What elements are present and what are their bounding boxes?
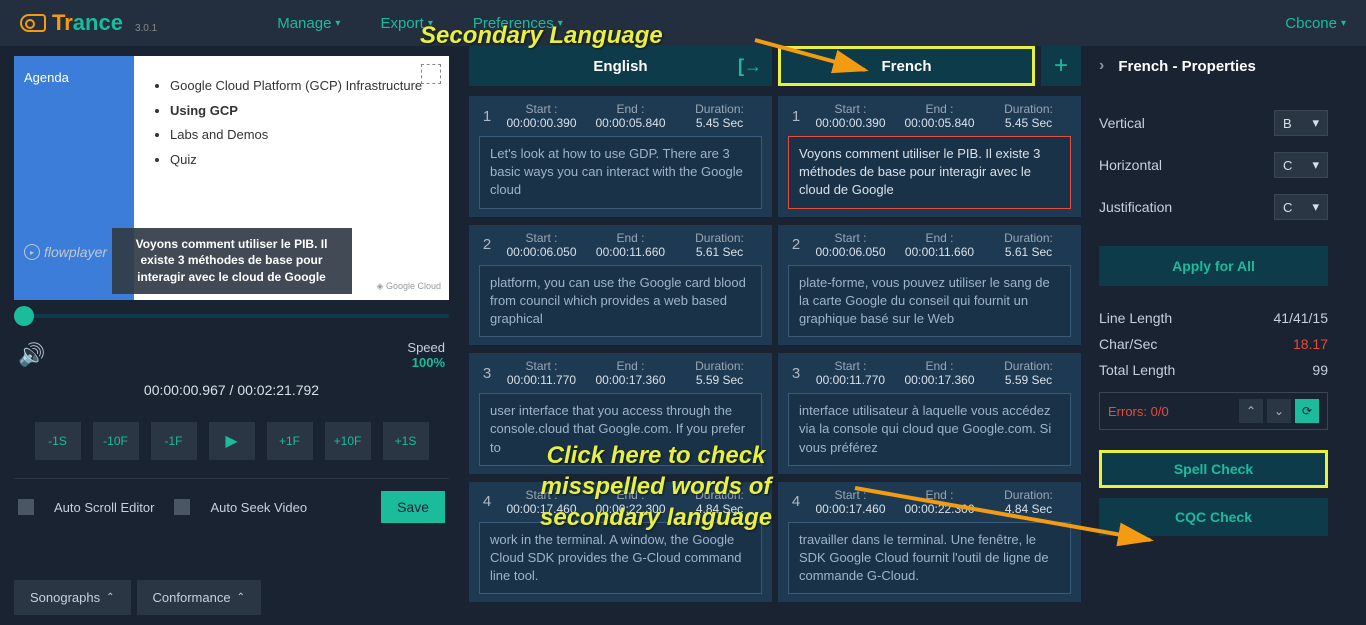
chevron-down-icon: ▾ [428,18,433,29]
english-column: English [→ 1 Start :00:00:00.390 End :00… [469,46,772,625]
google-cloud-badge: ◈ Google Cloud [377,281,441,292]
cue-block: 4 Start :00:00:17.460 End :00:00:22.300 … [469,482,772,603]
cue-block: 3 Start :00:00:11.770 End :00:00:17.360 … [469,353,772,474]
chevron-right-icon[interactable]: › [1099,57,1104,75]
fwd-1s-button[interactable]: +1S [383,422,429,460]
scrubber-thumb[interactable] [14,306,34,326]
auto-seek-label: Auto Seek Video [210,500,307,515]
horizontal-label: Horizontal [1099,157,1162,173]
tab-sonographs[interactable]: Sonographs⌃ [14,580,131,615]
cue-block: 2 Start :00:00:06.050 End :00:00:11.660 … [469,225,772,346]
cue-block: 2 Start :00:00:06.050 End :00:00:11.660 … [778,225,1081,346]
save-button[interactable]: Save [381,491,445,523]
vertical-label: Vertical [1099,115,1145,131]
video-scrubber[interactable] [14,314,449,318]
user-menu[interactable]: Cbcone▾ [1285,15,1346,32]
french-column: French + 1 Start :00:00:00.390 End :00:0… [778,46,1081,625]
apply-all-button[interactable]: Apply for All [1099,246,1328,286]
cue-number: 2 [477,236,497,253]
logo-icon [20,14,46,32]
fwd-1f-button[interactable]: +1F [267,422,313,460]
spell-check-button[interactable]: Spell Check [1099,450,1328,488]
horizontal-select[interactable]: C▾ [1274,152,1328,178]
caption-overlay: Voyons comment utiliser le PIB. Il exist… [112,228,352,294]
cue-number: 1 [786,108,806,125]
total-length-label: Total Length [1099,362,1175,378]
exit-icon[interactable]: [→ [738,56,762,77]
cue-text-fr[interactable]: travailler dans le terminal. Une fenêtre… [788,522,1071,595]
cue-text-fr[interactable]: plate-forme, vous pouvez utiliser le san… [788,265,1071,338]
total-length-value: 99 [1312,362,1328,378]
cue-number: 4 [786,493,806,510]
error-prev-button[interactable]: ⌃ [1239,399,1263,423]
refresh-icon[interactable]: ⟳ [1295,399,1319,423]
menu-preferences[interactable]: Preferences▾ [473,15,563,32]
vertical-select[interactable]: B▾ [1274,110,1328,136]
playback-controls: -1S -10F -1F ▶ +1F +10F +1S [14,416,449,479]
fullscreen-icon[interactable] [421,64,441,84]
chevron-down-icon: ▾ [1341,18,1346,29]
cue-text-en[interactable]: user interface that you access through t… [479,393,762,466]
auto-seek-checkbox[interactable] [174,499,190,515]
auto-scroll-label: Auto Scroll Editor [54,500,154,515]
back-1s-button[interactable]: -1S [35,422,81,460]
play-button[interactable]: ▶ [209,422,255,460]
video-player[interactable]: Agenda Google Cloud Platform (GCP) Infra… [14,56,449,300]
cue-number: 1 [477,108,497,125]
error-next-button[interactable]: ⌄ [1267,399,1291,423]
logo-text: Trance [52,10,123,36]
cue-block: 1 Start :00:00:00.390 End :00:00:05.840 … [778,96,1081,217]
cue-text-en[interactable]: platform, you can use the Google card bl… [479,265,762,338]
chevron-up-icon: ⌃ [106,592,114,603]
version: 3.0.1 [135,23,157,34]
timecode: 00:00:00.967 / 00:02:21.792 [14,382,449,398]
cue-text-fr[interactable]: interface utilisateur à laquelle vous ac… [788,393,1071,466]
errors-label: Errors: 0/0 [1108,404,1235,419]
main-menu: Manage▾ Export▾ Preferences▾ [277,15,563,32]
cqc-check-button[interactable]: CQC Check [1099,498,1328,536]
cue-text-fr[interactable]: Voyons comment utiliser le PIB. Il exist… [788,136,1071,209]
cue-number: 2 [786,236,806,253]
back-10f-button[interactable]: -10F [93,422,139,460]
cue-block: 3 Start :00:00:11.770 End :00:00:17.360 … [778,353,1081,474]
line-length-value: 41/41/15 [1274,310,1329,326]
cue-text-en[interactable]: Let's look at how to use GDP. There are … [479,136,762,209]
justification-select[interactable]: C▾ [1274,194,1328,220]
cue-block: 1 Start :00:00:00.390 End :00:00:05.840 … [469,96,772,217]
fwd-10f-button[interactable]: +10F [325,422,371,460]
english-header: English [→ [469,46,772,86]
properties-header: › French - Properties [1099,46,1328,86]
char-sec-label: Char/Sec [1099,336,1157,352]
flowplayer-watermark: ▸flowplayer [24,244,107,260]
justification-label: Justification [1099,199,1172,215]
chevron-down-icon: ▾ [335,18,340,29]
logo: Trance 3.0.1 [20,10,157,36]
video-panel: Agenda Google Cloud Platform (GCP) Infra… [0,46,463,625]
properties-panel: › French - Properties Vertical B▾ Horizon… [1087,46,1340,625]
speed-display: Speed 100% [407,340,445,370]
topbar: Trance 3.0.1 Manage▾ Export▾ Preferences… [0,0,1366,46]
errors-row: Errors: 0/0 ⌃ ⌄ ⟳ [1099,392,1328,430]
cue-text-en[interactable]: work in the terminal. A window, the Goog… [479,522,762,595]
cue-block: 4 Start :00:00:17.460 End :00:00:22.300 … [778,482,1081,603]
char-sec-value: 18.17 [1293,336,1328,352]
french-header: French [778,46,1035,86]
auto-scroll-checkbox[interactable] [18,499,34,515]
chevron-down-icon: ▾ [558,18,563,29]
volume-icon[interactable]: 🔊 [18,342,45,368]
add-column-button[interactable]: + [1041,46,1081,86]
back-1f-button[interactable]: -1F [151,422,197,460]
tab-conformance[interactable]: Conformance⌃ [137,580,261,615]
menu-export[interactable]: Export▾ [380,15,432,32]
cue-number: 3 [477,365,497,382]
chevron-up-icon: ⌃ [237,592,245,603]
menu-manage[interactable]: Manage▾ [277,15,340,32]
cue-number: 3 [786,365,806,382]
line-length-label: Line Length [1099,310,1172,326]
cue-number: 4 [477,493,497,510]
